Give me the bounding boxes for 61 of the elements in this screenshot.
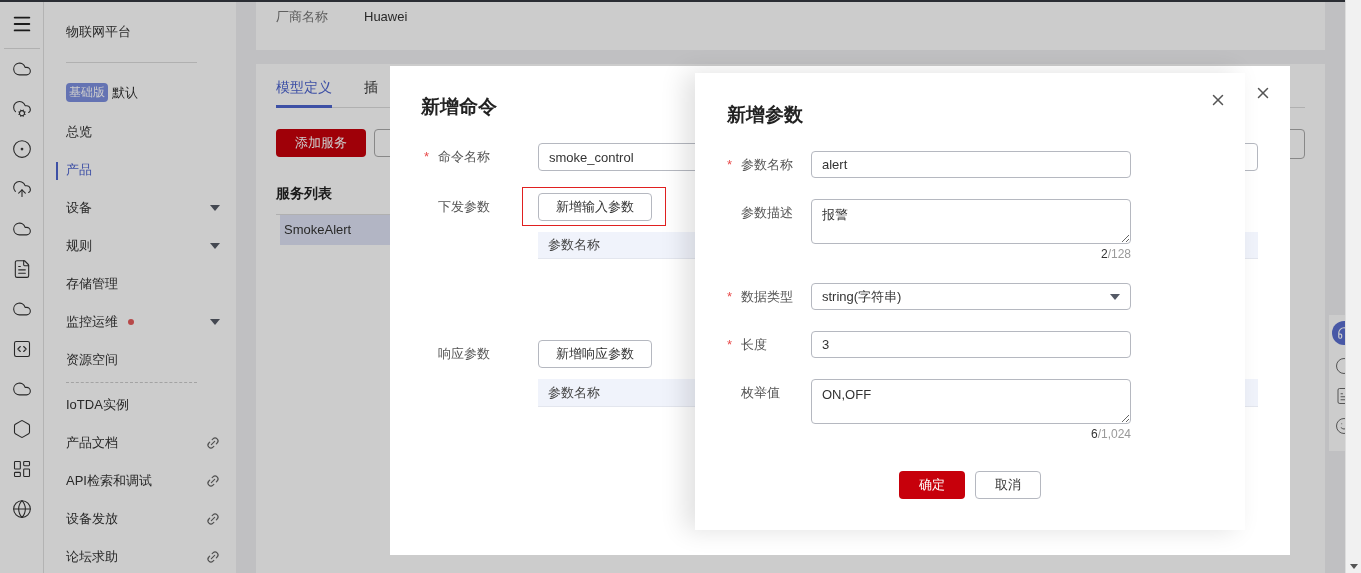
add-parameter-button[interactable]: 新增响应参数 xyxy=(538,340,652,368)
platform-title: 物联网平台 xyxy=(65,23,132,41)
add-parameter-button[interactable]: 新增输入参数 xyxy=(538,192,652,221)
field-label: 命令名称 xyxy=(438,148,490,167)
field-label: 参数名称 xyxy=(741,155,793,174)
nav-item[interactable]: API检索和调试 xyxy=(44,461,236,500)
cancel-button[interactable]: 取消 xyxy=(975,471,1041,499)
nav-item[interactable]: IoTDA实例 xyxy=(44,385,236,424)
dialog-title: 新增命令 xyxy=(421,95,497,119)
field-label: 数据类型 xyxy=(741,287,793,306)
nav-item[interactable]: 产品 xyxy=(44,150,236,189)
circle-dot-icon[interactable] xyxy=(11,139,32,159)
globe-icon[interactable] xyxy=(11,499,32,519)
nav-item[interactable]: 产品文档 xyxy=(44,423,236,462)
text-area[interactable]: 报警 xyxy=(811,199,1131,244)
scroll-down-icon[interactable] xyxy=(1349,564,1358,569)
nav-item[interactable]: 论坛求助 xyxy=(44,537,236,573)
nav-item[interactable]: 存储管理 xyxy=(44,264,236,303)
text-input[interactable]: alert xyxy=(811,151,1131,178)
edition-badge: 基础版 xyxy=(66,83,108,103)
caret-icon xyxy=(210,318,220,325)
add-service-button[interactable]: 添加服务 xyxy=(276,129,366,157)
field-label: 参数描述 xyxy=(741,203,793,222)
scrollbar[interactable] xyxy=(1345,0,1361,573)
required-mark: * xyxy=(727,335,733,354)
column-header: 参数名称 xyxy=(548,236,600,255)
field-value: Huawei xyxy=(364,8,408,26)
code-icon[interactable] xyxy=(11,339,32,359)
char-counter: 6/1,024 xyxy=(1090,426,1131,442)
confirm-button[interactable]: 确定 xyxy=(899,471,965,499)
field-label: 长度 xyxy=(741,335,767,354)
field-label: 枚举值 xyxy=(741,383,780,402)
type-select[interactable]: string(字符串) xyxy=(811,283,1131,310)
nav-item[interactable]: 总览 xyxy=(44,112,236,151)
hexagon-icon[interactable] xyxy=(11,419,32,439)
tab[interactable]: 模型定义 xyxy=(276,77,332,108)
required-mark: * xyxy=(727,155,733,174)
field-label: 响应参数 xyxy=(438,345,490,364)
caret-icon xyxy=(1110,293,1120,300)
required-mark: * xyxy=(727,287,733,306)
field-label: 下发参数 xyxy=(438,197,490,216)
required-mark: * xyxy=(424,148,430,167)
edition-label: 默认 xyxy=(112,84,138,102)
nav-item[interactable]: 监控运维 xyxy=(44,302,236,341)
tab[interactable]: 插 xyxy=(364,77,378,108)
char-counter: 2/128 xyxy=(1100,246,1131,262)
caret-icon xyxy=(210,242,220,249)
nav-item[interactable]: 设备 xyxy=(44,188,236,227)
cloud-upload-icon[interactable] xyxy=(11,179,32,199)
text-area[interactable]: ON,OFF xyxy=(811,379,1131,424)
service-list-title: 服务列表 xyxy=(276,184,333,203)
nav-item[interactable]: 规则 xyxy=(44,226,236,265)
dashboard-icon[interactable] xyxy=(11,459,32,479)
cloud-gear-icon[interactable] xyxy=(11,99,32,119)
nav-item[interactable]: 资源空间 xyxy=(44,340,236,379)
field-label: 厂商名称 xyxy=(276,8,328,26)
dialog-title: 新增参数 xyxy=(727,103,803,127)
text-input[interactable]: 3 xyxy=(811,331,1131,358)
caret-icon xyxy=(210,204,220,211)
nav-item[interactable]: 设备发放 xyxy=(44,499,236,538)
column-header: 参数名称 xyxy=(548,383,600,402)
